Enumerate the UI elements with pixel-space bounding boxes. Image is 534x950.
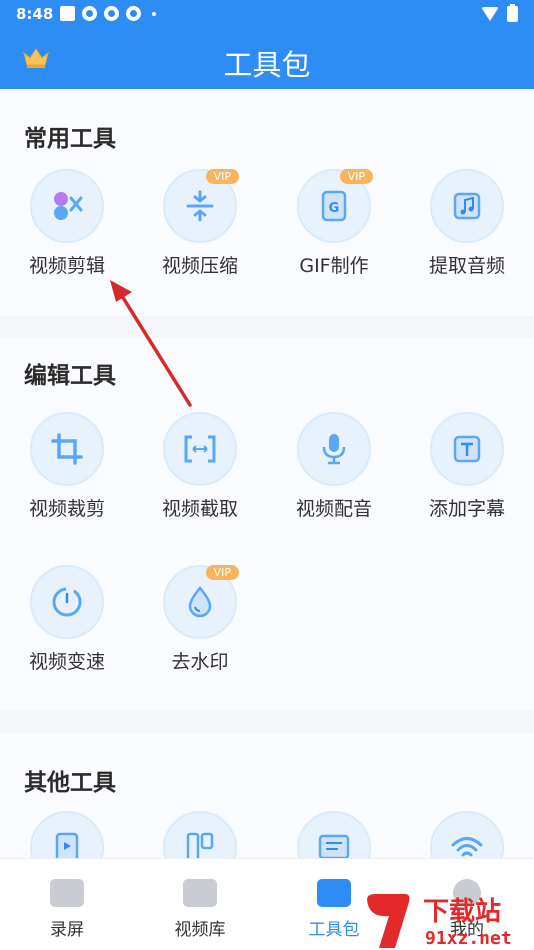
tool-label: GIF制作 — [299, 255, 369, 277]
notification-icon — [60, 6, 75, 21]
settings-icon — [126, 6, 141, 21]
toolbox-icon — [317, 879, 351, 907]
settings-icon — [82, 6, 97, 21]
tool-video-dub[interactable]: 视频配音 — [279, 412, 389, 521]
gif-icon: G — [321, 190, 347, 222]
settings-icon — [104, 6, 119, 21]
tool-video-crop[interactable]: 视频裁剪 — [12, 412, 122, 521]
tool-label: 去水印 — [171, 651, 229, 673]
tool-video-speed[interactable]: 视频变速 — [12, 565, 122, 674]
section-title: 其他工具 — [24, 770, 116, 796]
vip-badge: VIP — [205, 565, 239, 580]
tool-other-2[interactable] — [145, 811, 255, 858]
wifi-signal-icon — [481, 7, 499, 21]
watermark-logo-icon: 下载站 91xz.net — [367, 894, 512, 949]
section-title: 编辑工具 — [24, 363, 116, 389]
tool-add-subtitle[interactable]: 添加字幕 — [412, 412, 522, 521]
text-icon — [453, 435, 481, 463]
status-bar: 8:48 — [0, 0, 534, 28]
tool-label: 视频截取 — [161, 498, 238, 520]
document-icon — [318, 834, 350, 858]
trim-icon — [184, 435, 216, 463]
video-edit-icon — [54, 192, 83, 220]
tool-other-1[interactable] — [12, 811, 122, 858]
wifi-icon — [451, 837, 483, 857]
camera-icon — [50, 879, 84, 907]
watermark-domain: 91xz.net — [425, 928, 512, 949]
tool-label: 视频变速 — [28, 651, 105, 673]
tab-record[interactable]: 录屏 — [12, 879, 122, 940]
water-drop-icon — [188, 586, 212, 618]
section-common-tools: 常用工具 视频剪辑 VIP 视频压缩 VIP G GIF制作 提取音频 — [0, 89, 534, 316]
page-title: 工具包 — [223, 48, 311, 82]
vip-badge: VIP — [205, 169, 239, 184]
video-file-icon — [55, 832, 79, 858]
tool-video-trim[interactable]: 视频截取 — [145, 412, 255, 521]
section-edit-tools: 编辑工具 视频裁剪 视频截取 视频配音 添加字幕 视频变速 VIP 去水印 — [0, 338, 534, 710]
crop-icon — [51, 433, 83, 465]
notification-icons — [60, 6, 156, 21]
section-other-tools: 其他工具 — [0, 733, 534, 858]
tool-label: 视频裁剪 — [28, 498, 105, 520]
tool-label: 视频剪辑 — [28, 255, 105, 277]
tool-remove-watermark[interactable]: VIP 去水印 — [145, 565, 255, 674]
tool-label: 提取音频 — [428, 255, 505, 277]
battery-icon — [507, 4, 518, 22]
tab-video-library[interactable]: 视频库 — [145, 879, 255, 940]
section-title: 常用工具 — [24, 126, 116, 152]
tool-label: 视频配音 — [295, 498, 372, 520]
tab-label: 录屏 — [50, 920, 84, 940]
tool-gif-make[interactable]: VIP G GIF制作 — [279, 169, 389, 278]
watermark: 下载站 91xz.net — [365, 892, 534, 950]
microphone-icon — [322, 434, 346, 465]
svg-text:G: G — [329, 201, 340, 216]
tool-video-compress[interactable]: VIP 视频压缩 — [145, 169, 255, 278]
tool-other-3[interactable] — [279, 811, 389, 858]
split-icon — [186, 832, 214, 858]
more-dot-icon — [152, 11, 156, 16]
app-header: 工具包 — [0, 28, 534, 89]
tool-label: 视频压缩 — [161, 255, 238, 277]
tool-other-4[interactable] — [412, 811, 522, 858]
status-time: 8:48 — [16, 5, 54, 23]
compress-icon — [186, 190, 214, 222]
tool-label: 添加字幕 — [428, 498, 505, 520]
tab-label: 视频库 — [174, 920, 226, 940]
speed-icon — [52, 587, 82, 617]
tool-extract-audio[interactable]: 提取音频 — [412, 169, 522, 278]
folder-video-icon — [183, 879, 217, 907]
vip-badge: VIP — [339, 169, 373, 184]
tool-video-edit[interactable]: 视频剪辑 — [12, 169, 122, 278]
music-note-icon — [453, 192, 481, 220]
watermark-text: 下载站 — [423, 897, 501, 927]
